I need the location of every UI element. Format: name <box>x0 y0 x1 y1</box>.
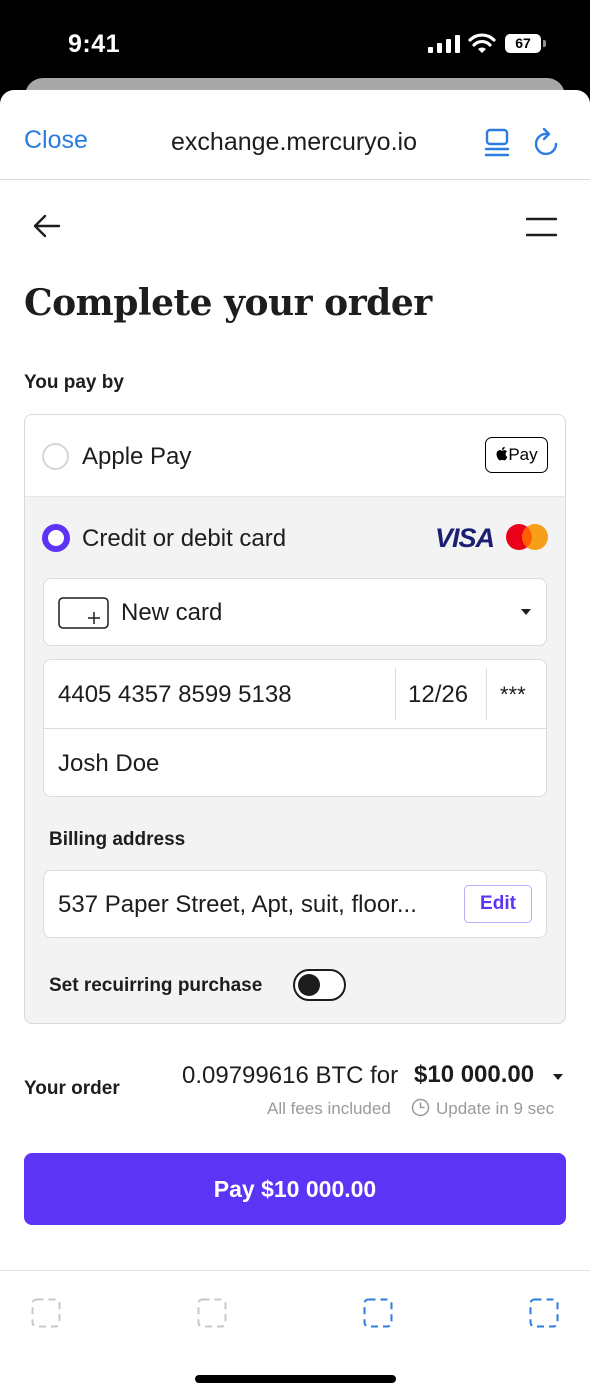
placeholder-icon[interactable] <box>363 1298 393 1328</box>
card-option-label: Credit or debit card <box>82 525 287 552</box>
apple-pay-badge-label: Pay <box>508 445 538 464</box>
pay-button[interactable]: Pay $10 000.00 <box>24 1153 566 1225</box>
wifi-icon <box>468 33 496 53</box>
mastercard-logo <box>506 524 548 550</box>
billing-address-field: 537 Paper Street, Apt, suit, floor... Ed… <box>43 870 547 938</box>
rate-update-timer: Update in 9 sec <box>436 1099 555 1118</box>
recurring-purchase-label: Set recuirring purchase <box>49 975 263 996</box>
back-arrow-icon[interactable] <box>32 213 62 239</box>
placeholder-icon[interactable] <box>197 1298 227 1328</box>
card-select-value: New card <box>121 599 223 626</box>
your-order-label: Your order <box>24 1078 120 1099</box>
battery-indicator: 67 <box>505 34 541 53</box>
billing-address-value: 537 Paper Street, Apt, suit, floor... <box>58 891 417 918</box>
browser-sheet: Close exchange.mercuryo.io Complete your… <box>0 90 590 1395</box>
screen: 9:41 67 Close exchange.mercuryo.io Compl… <box>0 0 590 1395</box>
order-amount: 0.09799616 BTC for <box>182 1062 399 1089</box>
divider <box>486 668 487 720</box>
status-time: 9:41 <box>68 30 121 58</box>
visa-logo: VISA <box>435 523 495 553</box>
chevron-down-icon[interactable] <box>553 1074 563 1080</box>
toggle-knob <box>298 974 320 996</box>
expiry-field[interactable]: 12/26 <box>408 681 468 709</box>
clock-icon <box>411 1098 430 1117</box>
tabs-icon[interactable] <box>483 128 511 158</box>
card-number-field[interactable]: 4405 4357 8599 5138 <box>58 681 292 709</box>
order-total[interactable]: $10 000.00 <box>414 1061 534 1089</box>
placeholder-icon[interactable] <box>31 1298 61 1328</box>
signal-icon <box>428 35 460 53</box>
card-option[interactable]: Credit or debit card VISA <box>25 497 565 579</box>
apple-pay-label: Apple Pay <box>82 443 192 470</box>
browser-toolbar: Close exchange.mercuryo.io <box>0 90 590 180</box>
apple-pay-option[interactable]: Apple Pay Pay <box>25 415 565 497</box>
divider <box>44 728 546 729</box>
status-bar: 9:41 67 <box>0 0 590 88</box>
cvv-field[interactable]: *** <box>500 682 526 708</box>
chevron-down-icon <box>521 609 531 615</box>
page-title: Complete your order <box>24 282 432 324</box>
fees-note: All fees included <box>267 1099 391 1118</box>
billing-address-label: Billing address <box>49 829 186 850</box>
apple-pay-radio[interactable] <box>42 443 69 470</box>
edit-address-button[interactable]: Edit <box>464 885 532 923</box>
card-radio[interactable] <box>42 524 70 552</box>
divider <box>395 668 396 720</box>
pay-by-label: You pay by <box>24 372 124 393</box>
apple-pay-badge: Pay <box>485 437 548 473</box>
home-indicator <box>195 1375 396 1383</box>
battery-nub <box>543 40 546 47</box>
placeholder-icon[interactable] <box>529 1298 559 1328</box>
card-select[interactable]: New card <box>43 578 547 646</box>
cardholder-name-field[interactable]: Josh Doe <box>58 750 159 778</box>
menu-icon[interactable] <box>526 217 557 237</box>
reload-icon[interactable] <box>533 127 561 157</box>
card-details-group: 4405 4357 8599 5138 12/26 *** Josh Doe <box>43 659 547 797</box>
card-outline-icon <box>58 597 109 629</box>
payment-method-box: Apple Pay Pay Credit or debit card VISA <box>24 414 566 1024</box>
recurring-purchase-toggle[interactable] <box>293 969 346 1001</box>
apple-logo-icon <box>496 446 508 461</box>
